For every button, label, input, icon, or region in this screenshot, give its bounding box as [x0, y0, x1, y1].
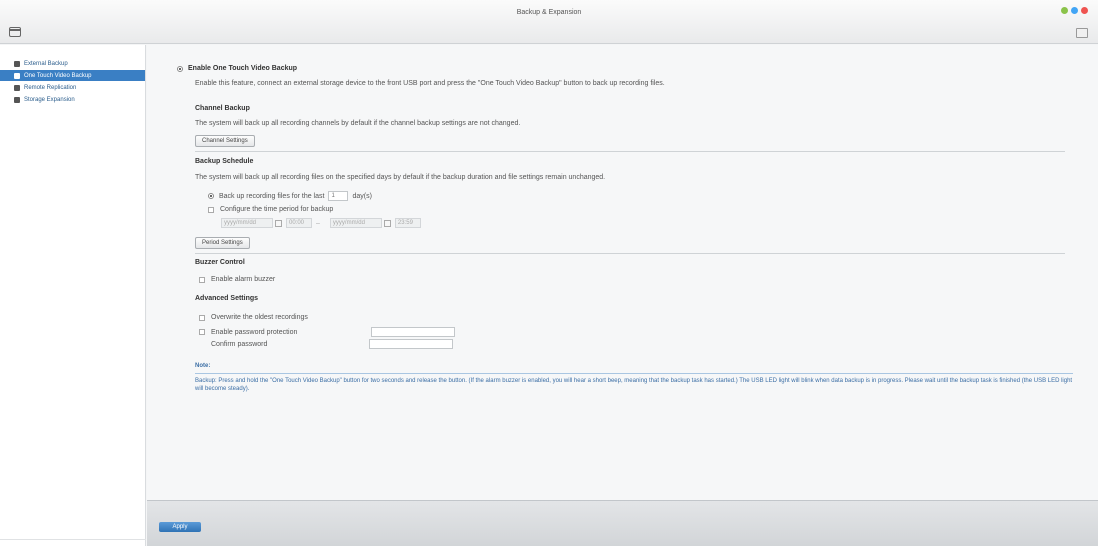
- enable-one-touch-checkbox[interactable]: [177, 65, 183, 72]
- buzzer-control-heading: Buzzer Control: [195, 259, 245, 266]
- close-button[interactable]: [1081, 7, 1088, 14]
- from-date-input[interactable]: yyyy/mm/dd: [221, 218, 273, 228]
- confirm-password-input[interactable]: [369, 339, 453, 349]
- calendar-icon[interactable]: [275, 219, 282, 227]
- export-icon[interactable]: [1076, 28, 1088, 38]
- channel-backup-heading: Channel Backup: [195, 105, 250, 112]
- days-unit-label: day(s): [352, 192, 372, 200]
- apply-button[interactable]: Apply: [159, 522, 201, 532]
- password-protection-label: Enable password protection: [211, 328, 298, 336]
- divider: [195, 151, 1065, 152]
- period-settings-button[interactable]: Period Settings: [195, 237, 250, 249]
- title-bar: Backup & Expansion: [0, 0, 1098, 44]
- channel-settings-button[interactable]: Channel Settings: [195, 135, 255, 147]
- sidebar-item-label: Storage Expansion: [24, 96, 75, 103]
- sidebar-item-one-touch-video-backup[interactable]: One Touch Video Backup: [0, 70, 145, 81]
- password-input[interactable]: [371, 327, 455, 337]
- enable-description: Enable this feature, connect an external…: [195, 80, 665, 87]
- maximize-button[interactable]: [1071, 7, 1078, 14]
- overwrite-oldest-label: Overwrite the oldest recordings: [211, 314, 308, 321]
- calendar-icon[interactable]: [383, 219, 391, 227]
- enable-label: Enable One Touch Video Backup: [188, 65, 298, 72]
- backup-last-days-label: Back up recording files for the last: [219, 192, 325, 200]
- advanced-settings-heading: Advanced Settings: [195, 295, 259, 302]
- note-text: Backup: Press and hold the "One Touch Vi…: [195, 373, 1073, 393]
- sidebar-footer: [0, 539, 146, 546]
- sidebar-item-remote-replication[interactable]: Remote Replication: [0, 82, 145, 93]
- configure-period-label: Configure the time period for backup: [220, 206, 334, 213]
- sidebar-item-storage-expansion[interactable]: Storage Expansion: [0, 94, 145, 105]
- note-title: Note:: [195, 363, 211, 369]
- divider: [195, 253, 1065, 254]
- to-date-input[interactable]: yyyy/mm/dd: [329, 218, 382, 228]
- to-time-input[interactable]: 23:59: [394, 218, 421, 228]
- backup-schedule-description: The system will back up all recording fi…: [195, 174, 606, 181]
- overwrite-oldest-checkbox[interactable]: [199, 314, 205, 321]
- from-time-input[interactable]: 00:00: [286, 218, 312, 228]
- window-controls: [1061, 7, 1088, 14]
- backup-schedule-heading: Backup Schedule: [195, 158, 254, 165]
- configure-period-radio[interactable]: [208, 206, 214, 213]
- disk-icon: [14, 60, 20, 67]
- sidebar-item-label: One Touch Video Backup: [24, 72, 92, 79]
- sidebar-item-label: Remote Replication: [24, 84, 77, 91]
- server-icon: [14, 84, 20, 91]
- storage-icon: [14, 96, 20, 103]
- sidebar-item-external-backup[interactable]: External Backup: [0, 58, 145, 69]
- channel-backup-description: The system will back up all recording ch…: [195, 120, 521, 127]
- backup-days-input[interactable]: 1: [328, 191, 349, 201]
- backup-last-days-radio[interactable]: [208, 193, 214, 199]
- window-title: Backup & Expansion: [516, 9, 582, 16]
- main-panel: Enable One Touch Video Backup Enable thi…: [147, 45, 1098, 500]
- confirm-password-label: Confirm password: [211, 340, 268, 348]
- range-separator: –: [316, 219, 320, 227]
- footer-bar: Apply: [147, 500, 1098, 546]
- sidebar: External Backup One Touch Video Backup R…: [0, 45, 146, 546]
- password-protection-checkbox[interactable]: [199, 329, 205, 335]
- sidebar-item-label: External Backup: [24, 60, 68, 67]
- enable-alarm-buzzer-checkbox[interactable]: [199, 276, 205, 283]
- window-icon[interactable]: [9, 27, 21, 37]
- enable-alarm-buzzer-label: Enable alarm buzzer: [211, 276, 276, 283]
- usb-icon: [14, 72, 20, 79]
- minimize-button[interactable]: [1061, 7, 1068, 14]
